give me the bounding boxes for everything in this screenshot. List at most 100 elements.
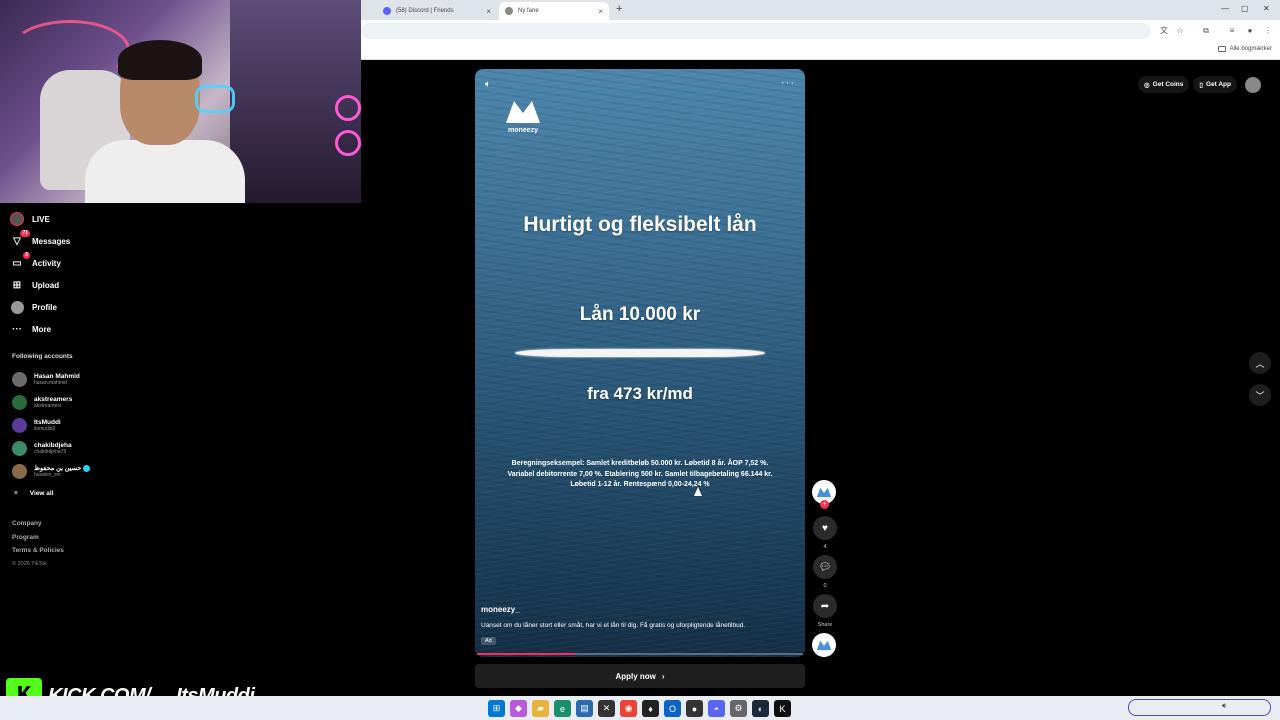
chrome-icon[interactable]: ◉ [620,700,637,717]
sidebar-item-upload[interactable]: ⊞ Upload [10,274,130,296]
kick-app-icon[interactable]: K [774,700,791,717]
tab-new[interactable]: Ny fane × [499,2,609,20]
ad-badge: Ad [481,637,496,645]
windows-start-icon[interactable]: ⊞ [488,700,505,717]
get-coins-button[interactable]: ◎ Get Coins [1138,76,1190,93]
avatar [12,372,27,387]
minimize-icon[interactable]: — [1221,4,1229,13]
obs-icon[interactable]: ● [686,700,703,717]
extensions-icon[interactable]: ⧉ [1201,26,1211,36]
sidebar-item-profile[interactable]: Profile [10,296,130,318]
windows-taskbar: ⊞ ◆ ▰ e ▤ ✕ ◉ ♦ O ● ◓ ⚙ ◐ K [0,696,1280,720]
sidebar-item-messages[interactable]: ▽ 71 Messages [10,230,130,252]
speaker-icon[interactable]: 🔈︎ [485,79,491,90]
chevron-down-icon: ﹀ [1255,390,1265,401]
view-all-button[interactable]: ≡ View all [14,483,132,503]
chevron-up-icon: ︿ [1255,358,1265,369]
close-icon[interactable]: × [598,7,603,16]
copilot-icon[interactable]: ◆ [510,700,527,717]
sidebar-item-more[interactable]: ··· More [10,318,130,340]
coin-icon: ◎ [1144,81,1150,89]
footer-link-program[interactable]: Program [12,534,64,548]
address-bar[interactable] [361,23,1151,39]
tab-discord[interactable]: (58) Discord | Friends × [377,2,497,20]
discord-icon[interactable]: ◓ [708,700,725,717]
apply-now-button[interactable]: Apply now › [475,664,805,688]
messages-badge: 71 [20,230,30,237]
previous-video-button[interactable]: ︿ [1249,352,1271,374]
share-label: Share [817,622,833,628]
list-item[interactable]: akstreamers akstreamers [12,391,132,414]
new-tab-button[interactable]: + [616,3,622,15]
more-options-icon[interactable]: ··· [781,77,795,89]
moneezy-m-icon [816,487,832,497]
header-actions: ◎ Get Coins ▯ Get App [1138,76,1261,93]
avatar [12,395,27,410]
follow-plus-icon[interactable]: + [820,500,829,509]
file-explorer-icon[interactable]: ▰ [532,700,549,717]
creator-avatar[interactable]: + [812,480,836,509]
get-app-button[interactable]: ▯ Get App [1193,76,1237,93]
maximize-icon[interactable]: ▢ [1241,4,1249,13]
footer-link-company[interactable]: Company [12,520,64,534]
user-avatar[interactable] [1245,76,1261,93]
media-icon[interactable]: ≡ [1227,26,1237,36]
webcam-neon-controller [195,85,235,113]
sidebar-item-label: Profile [32,302,57,312]
menu-icon[interactable]: ⋮ [1263,26,1273,36]
list-item[interactable]: حسين بن محفوظ hussein_sm [12,460,132,483]
plus-square-icon: ⊞ [12,279,22,291]
translate-icon[interactable]: 文 [1159,26,1169,36]
chevron-right-icon: › [661,671,665,681]
following-list: Hasan Mahmid hasan.mahmid akstreamers akst… [12,368,132,503]
list-item[interactable]: chakibdjeha chakibdjeha79 [12,437,132,460]
video-headline: Hurtigt og fleksibelt lån [523,213,757,236]
monthly-price: fra 473 kr/md [587,384,693,403]
system-tray[interactable] [1128,699,1271,716]
star-icon[interactable]: ☆ [1175,26,1185,36]
webcam-fan-light [335,95,361,121]
brand-name: moneezy [508,127,538,134]
sidebar-item-label: More [32,324,52,334]
video-player[interactable]: 🔈︎ ··· moneezy Hurtigt og fleksibelt lån… [475,69,805,657]
share-button[interactable]: ➦ [813,594,837,618]
copyright: © 2026 TikTok [12,560,47,567]
phone-icon: ▯ [1199,81,1203,89]
all-bookmarks-button[interactable]: Alle bogmærker [1217,46,1272,52]
like-button[interactable]: ♥ [813,516,837,540]
volume-icon[interactable]: 🔉︎ [1222,701,1227,711]
app-icon[interactable]: ♦ [642,700,659,717]
sidebar-item-live[interactable]: LIVE [10,208,130,230]
list-item[interactable]: ItsMuddi itsmuddi2 [12,414,132,437]
apply-now-label: Apply now [615,671,656,681]
screen: (58) Discord | Friends × Ny fane × + — ▢… [0,0,1280,720]
next-video-button[interactable]: ﹀ [1249,384,1271,406]
music-disc[interactable] [812,633,836,657]
comment-button[interactable]: 💬︎ [813,555,837,579]
webcam-overlay [0,0,361,203]
steam-icon[interactable]: ◐ [752,700,769,717]
outlook-icon[interactable]: O [664,700,681,717]
profile-icon[interactable]: ● [1245,26,1255,36]
sidebar-item-activity[interactable]: ▭ 3 Activity [10,252,130,274]
activity-badge: 3 [23,252,30,259]
discord-icon [383,7,391,15]
video-progress-bar[interactable] [477,653,803,655]
settings-gear-icon[interactable]: ⚙ [730,700,747,717]
brand-logo: moneezy [503,99,543,134]
store-icon[interactable]: ▤ [576,700,593,717]
account-handle: akstreamers [34,403,62,409]
video-caption: Uanset om du låner stort eller småt, har… [481,622,746,629]
browser-tabbar: (58) Discord | Friends × Ny fane × + — ▢… [361,0,1280,20]
x-app-icon[interactable]: ✕ [598,700,615,717]
list-item[interactable]: Hasan Mahmid hasan.mahmid [12,368,132,391]
close-window-icon[interactable]: ✕ [1263,4,1270,13]
tab-label: (58) Discord | Friends [396,8,454,14]
video-username[interactable]: moneezy_ [481,605,520,614]
footer-link-terms[interactable]: Terms & Policies [12,547,64,561]
sidebar-item-label: LIVE [32,214,50,224]
edge-icon[interactable]: e [554,700,571,717]
close-icon[interactable]: × [486,7,491,16]
sidebar-item-label: Activity [32,258,61,268]
list-icon: ≡ [14,489,18,497]
